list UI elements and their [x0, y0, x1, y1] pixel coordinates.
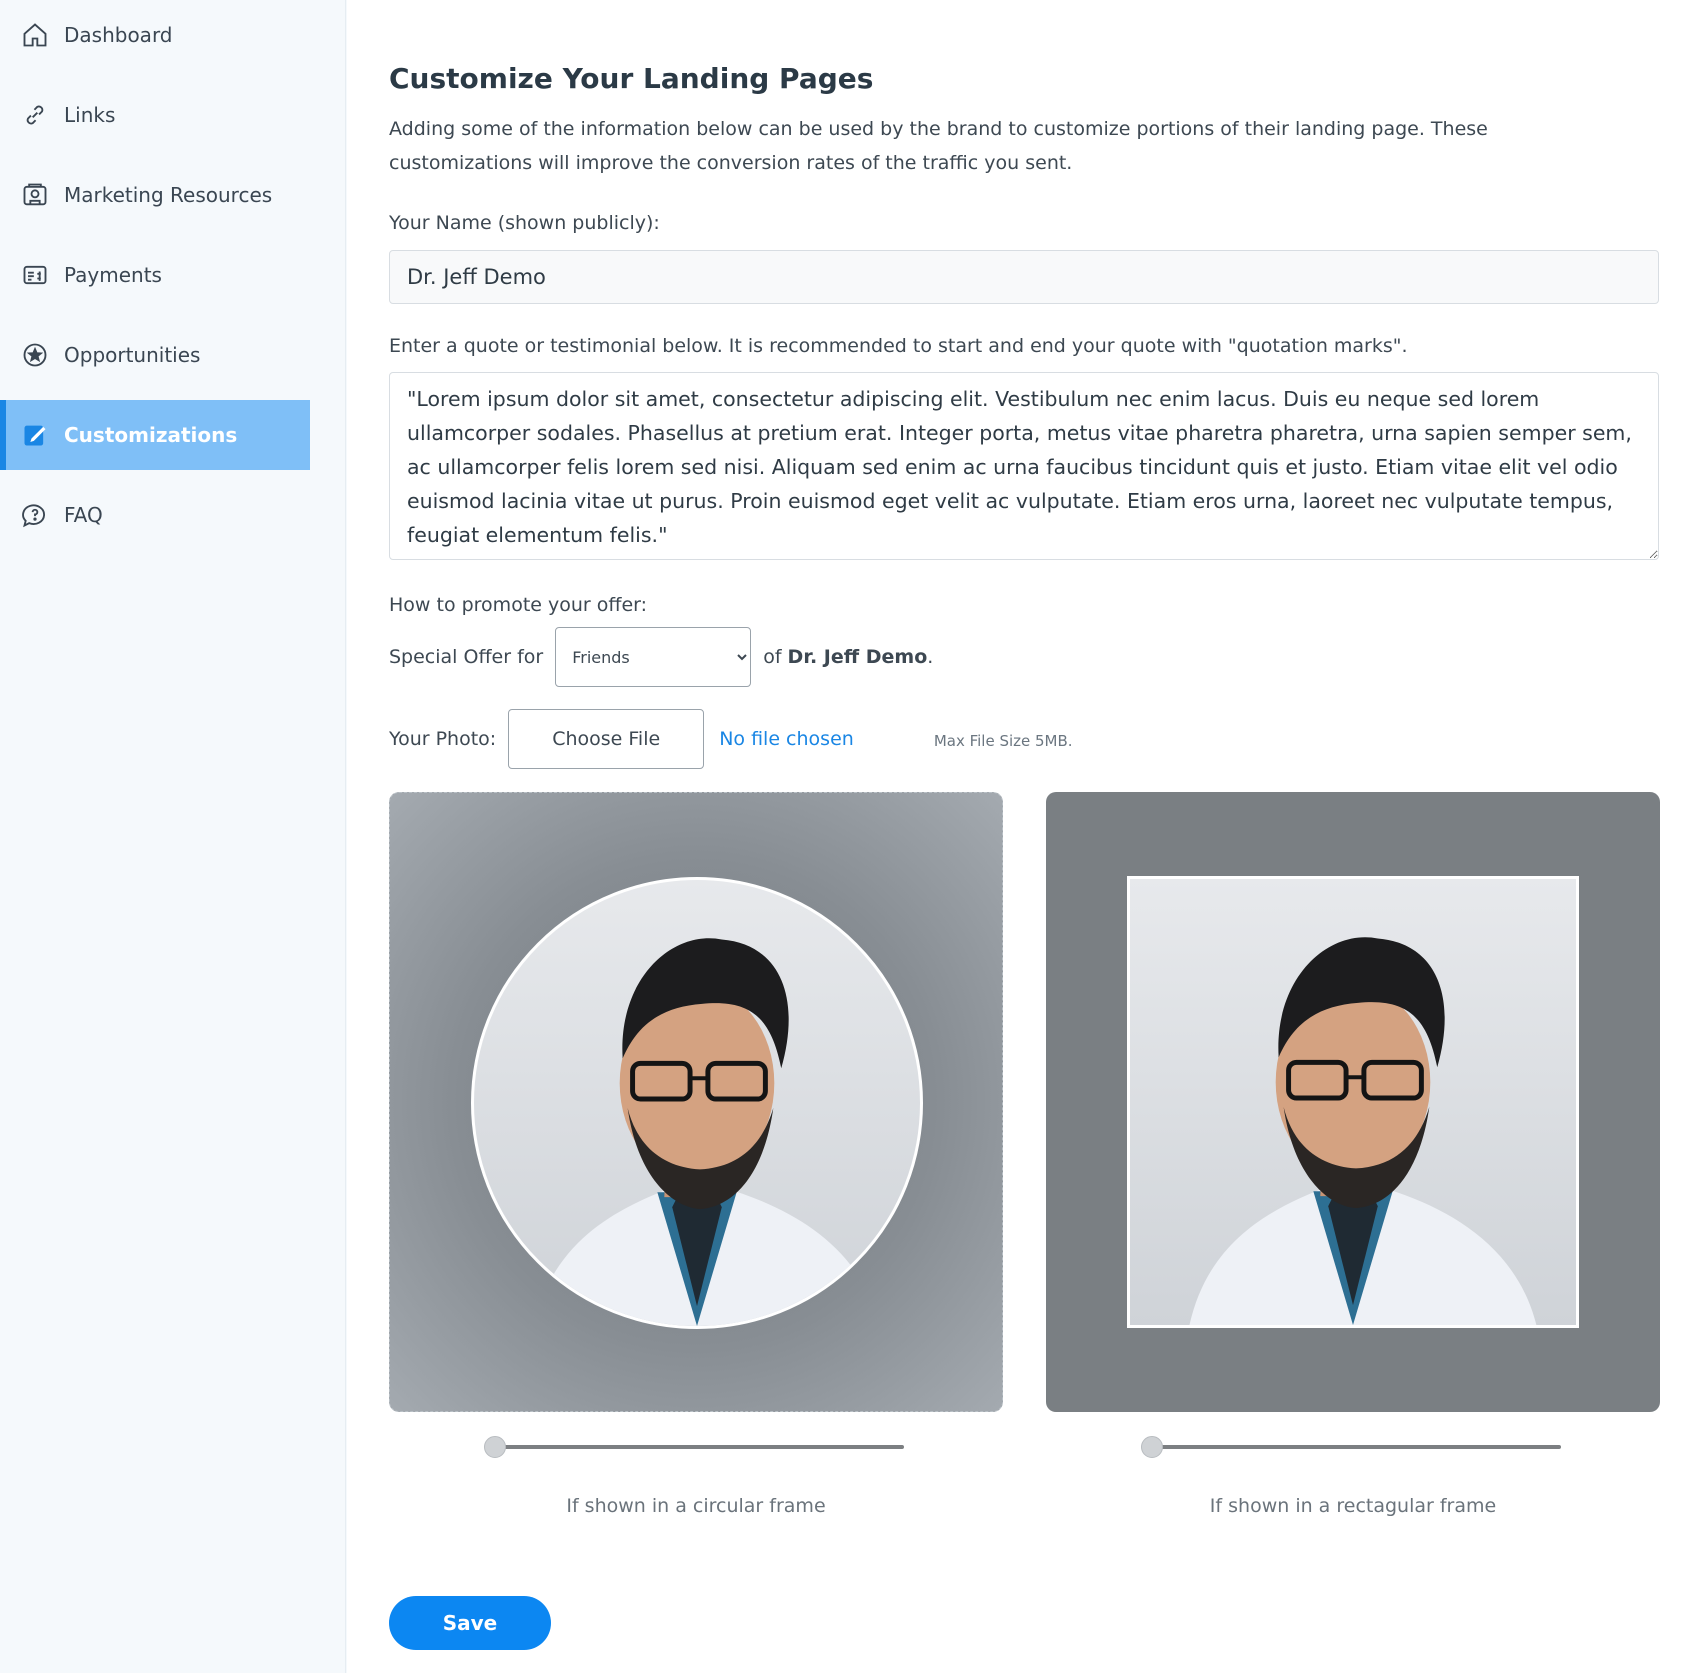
slider-track[interactable]	[494, 1445, 904, 1449]
page-title: Customize Your Landing Pages	[389, 62, 874, 95]
quote-label: Enter a quote or testimonial below. It i…	[389, 335, 1408, 357]
sidebar: Dashboard Links Marketing Resources Paym…	[0, 0, 346, 1673]
sidebar-item-customizations[interactable]: Customizations	[0, 400, 310, 470]
choose-file-button[interactable]: Choose File	[508, 709, 705, 769]
sidebar-item-label: Dashboard	[64, 23, 173, 47]
link-icon	[20, 100, 50, 130]
promote-label: How to promote your offer:	[389, 594, 648, 616]
sidebar-item-dashboard[interactable]: Dashboard	[0, 0, 310, 70]
payments-icon	[20, 260, 50, 290]
page-description: Adding some of the information below can…	[389, 118, 1488, 174]
circular-photo[interactable]	[471, 877, 923, 1329]
sidebar-item-label: Marketing Resources	[64, 183, 273, 207]
main-content: Customize Your Landing Pages Adding some…	[347, 0, 1700, 1673]
sidebar-item-label: Links	[64, 103, 116, 127]
sidebar-item-label: Opportunities	[64, 343, 201, 367]
save-button[interactable]: Save	[389, 1596, 551, 1650]
rectangular-frame-preview[interactable]	[1046, 792, 1660, 1412]
doctor-portrait-image	[533, 938, 881, 1326]
rectangular-zoom-slider[interactable]	[1141, 1434, 1561, 1458]
name-label: Your Name (shown publicly):	[389, 212, 660, 234]
quote-textarea[interactable]: "Lorem ipsum dolor sit amet, consectetur…	[389, 372, 1659, 560]
offer-of-text: of	[763, 646, 782, 668]
rectangular-photo[interactable]	[1127, 876, 1579, 1328]
sidebar-item-label: Customizations	[64, 423, 238, 447]
slider-track[interactable]	[1151, 1445, 1561, 1449]
sidebar-item-payments[interactable]: Payments	[0, 240, 310, 310]
sidebar-item-label: FAQ	[64, 503, 103, 527]
special-offer-row: Special Offer for Friends of Dr. Jeff De…	[389, 627, 933, 687]
no-file-chosen-text: No file chosen	[719, 728, 854, 750]
max-file-size-text: Max File Size 5MB.	[933, 732, 1073, 750]
sidebar-item-marketing-resources[interactable]: Marketing Resources	[0, 160, 310, 230]
photo-upload-row: Your Photo: Choose File No file chosen M…	[389, 709, 1073, 769]
sidebar-item-faq[interactable]: FAQ	[0, 480, 310, 550]
circular-frame-preview[interactable]	[389, 792, 1003, 1412]
slider-thumb[interactable]	[484, 1436, 506, 1458]
offer-name: Dr. Jeff Demo	[787, 646, 928, 668]
sidebar-item-label: Payments	[64, 263, 162, 287]
circular-zoom-slider[interactable]	[484, 1434, 904, 1458]
edit-icon	[20, 420, 50, 450]
rectangular-frame-caption: If shown in a rectagular frame	[1209, 1495, 1497, 1517]
sidebar-item-opportunities[interactable]: Opportunities	[0, 320, 310, 390]
offer-audience-select[interactable]: Friends	[555, 627, 752, 687]
sidebar-item-links[interactable]: Links	[0, 80, 310, 150]
slider-thumb[interactable]	[1141, 1436, 1163, 1458]
name-input[interactable]	[389, 250, 1659, 304]
home-icon	[20, 20, 50, 50]
circular-frame-caption: If shown in a circular frame	[566, 1495, 826, 1517]
faq-icon	[20, 500, 50, 530]
doctor-portrait-image	[1189, 937, 1537, 1325]
photo-label: Your Photo:	[389, 728, 497, 750]
offer-suffix: .	[927, 646, 934, 668]
marketing-icon	[20, 180, 50, 210]
star-icon	[20, 340, 50, 370]
offer-prefix: Special Offer for	[389, 646, 544, 668]
